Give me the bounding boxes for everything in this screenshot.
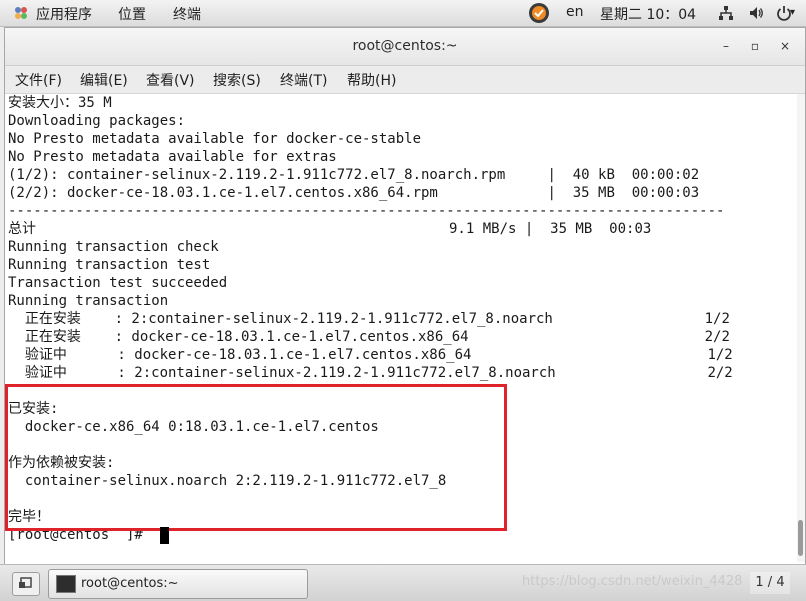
terminal-line: (1/2): container-selinux-2.119.2-1.911c7… [8,167,700,183]
clock[interactable]: 星期二 10：04 [600,4,696,24]
terminal-line: Running transaction [8,293,169,309]
terminal-app-icon [56,575,76,593]
places-menu[interactable]: 位置 [118,4,146,24]
show-desktop-button[interactable] [12,572,40,596]
terminal-line: 验证中 : docker-ce-18.03.1.ce-1.el7.centos.… [8,347,733,363]
terminal-separator: ----------------------------------------… [8,203,725,219]
taskbar-item-terminal[interactable]: root@centos:~ [48,569,308,599]
show-desktop-icon [19,577,32,588]
terminal-line: No Presto metadata available for extras [8,149,337,165]
menu-view[interactable]: 查看(V) [146,70,195,90]
applications-menu[interactable]: 应用程序 [36,4,92,24]
network-icon[interactable] [718,5,734,21]
input-method-indicator[interactable]: en [566,4,584,20]
terminal-line: Running transaction test [8,257,211,273]
window-titlebar[interactable]: root@centos:~ – ▫ × [5,28,805,66]
scrollbar-thumb[interactable] [798,520,803,556]
maximize-button[interactable]: ▫ [746,37,764,55]
terminal-line: 正在安装 : 2:container-selinux-2.119.2-1.911… [8,311,730,327]
terminal-line: (2/2): docker-ce-18.03.1.ce-1.el7.centos… [8,185,700,201]
menu-help[interactable]: 帮助(H) [347,70,396,90]
terminal-line: Running transaction check [8,239,219,255]
window-title: root@centos:~ [352,38,458,54]
menu-file[interactable]: 文件(F) [15,70,62,90]
terminal-line: No Presto metadata available for docker-… [8,131,422,147]
system-menu-arrow-icon[interactable]: ▾ [790,7,795,18]
terminal-app-menu[interactable]: 终端 [173,4,201,24]
update-notifier-icon[interactable] [528,2,550,24]
menu-bar: 文件(F) 编辑(E) 查看(V) 搜索(S) 终端(T) 帮助(H) [5,66,805,94]
top-panel: 应用程序 位置 终端 en 星期二 10：04 ▾ [0,0,806,27]
terminal-cursor [160,527,169,544]
terminal-line: 总计 9.1 MB/s | 35 MB 00:03 [8,221,652,237]
taskbar: root@centos:~ https://blog.csdn.net/weix… [0,564,806,601]
watermark-text: https://blog.csdn.net/weixin_4428 [522,574,743,589]
terminal-line: Downloading packages: [8,113,186,129]
close-button[interactable]: × [776,37,794,55]
menu-search[interactable]: 搜索(S) [213,70,261,90]
workspace-switcher[interactable]: 1 / 4 [750,572,790,594]
terminal-scrollbar[interactable] [797,94,805,562]
terminal-line: 验证中 : 2:container-selinux-2.119.2-1.911c… [8,365,733,381]
taskbar-item-label: root@centos:~ [81,576,179,591]
terminal-line: 安装大小：35 M [8,95,112,111]
terminal-line: 正在安装 : docker-ce-18.03.1.ce-1.el7.centos… [8,329,730,345]
menu-edit[interactable]: 编辑(E) [80,70,128,90]
volume-icon[interactable] [748,5,764,21]
terminal-line: Transaction test succeeded [8,275,228,291]
minimize-button[interactable]: – [717,37,735,55]
annotation-highlight-box [5,384,507,531]
applications-icon [15,7,27,19]
menu-terminal[interactable]: 终端(T) [280,70,327,90]
